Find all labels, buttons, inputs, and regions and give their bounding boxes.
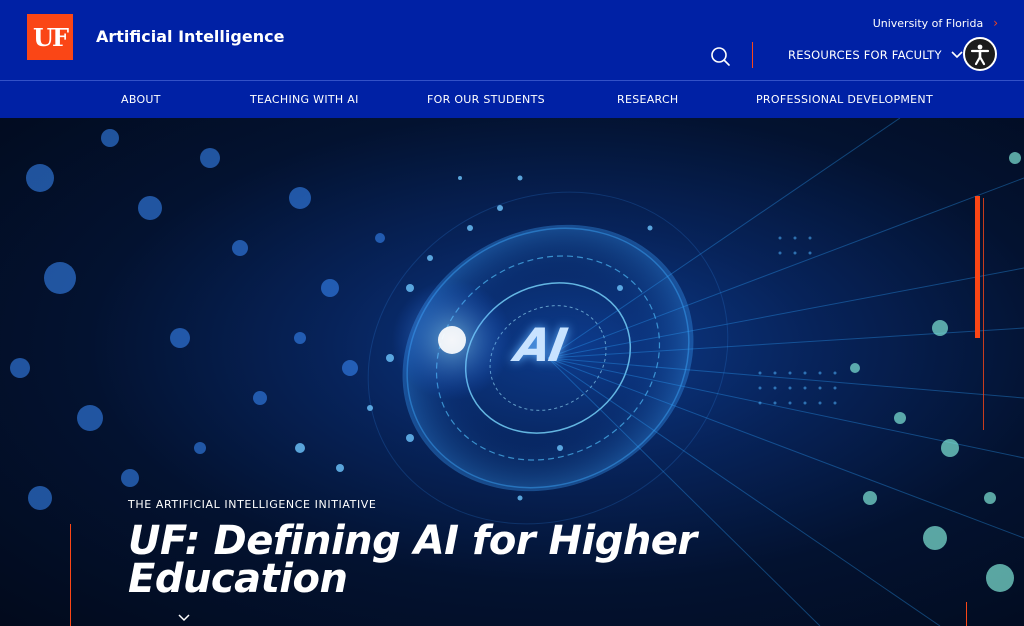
hero-banner: AI THE ARTIFICIAL INTELLIGENCE INITIATIV… <box>0 118 1024 626</box>
hero-eyebrow: THE ARTIFICIAL INTELLIGENCE INITIATIVE <box>128 498 377 511</box>
nav-item-about[interactable]: ABOUT <box>121 93 161 106</box>
hero-ai-glyph: AI <box>511 318 570 372</box>
hero-headline: UF: Defining AI for Higher Education <box>128 518 697 602</box>
accent-line-left <box>70 524 71 626</box>
resources-for-faculty-menu[interactable]: RESOURCES FOR FACULTY <box>788 48 963 62</box>
chevron-down-icon <box>178 614 190 622</box>
uf-logo[interactable]: UF <box>27 14 73 60</box>
site-title[interactable]: Artificial Intelligence <box>96 27 284 46</box>
university-link[interactable]: University of Florida › <box>873 16 998 30</box>
search-icon <box>711 47 730 66</box>
nav-item-teaching-with-ai[interactable]: TEACHING WITH AI <box>250 93 359 106</box>
accent-line-right <box>966 602 967 626</box>
nav-item-professional-development[interactable]: PROFESSIONAL DEVELOPMENT <box>756 93 933 106</box>
nav-item-research[interactable]: RESEARCH <box>617 93 679 106</box>
site-header: UF Artificial Intelligence University of… <box>0 0 1024 80</box>
nav-item-for-our-students[interactable]: FOR OUR STUDENTS <box>427 93 545 106</box>
header-divider <box>752 42 753 68</box>
accessibility-button[interactable] <box>963 37 997 71</box>
accessibility-icon <box>970 44 990 66</box>
accent-bar <box>975 196 980 338</box>
chevron-down-icon <box>951 51 963 59</box>
resources-label: RESOURCES FOR FACULTY <box>788 48 942 62</box>
search-button[interactable] <box>710 46 732 68</box>
chevron-right-icon: › <box>993 16 998 30</box>
accent-line <box>983 198 984 430</box>
university-link-label: University of Florida <box>872 16 984 30</box>
main-nav: ABOUT TEACHING WITH AI FOR OUR STUDENTS … <box>0 80 1024 118</box>
